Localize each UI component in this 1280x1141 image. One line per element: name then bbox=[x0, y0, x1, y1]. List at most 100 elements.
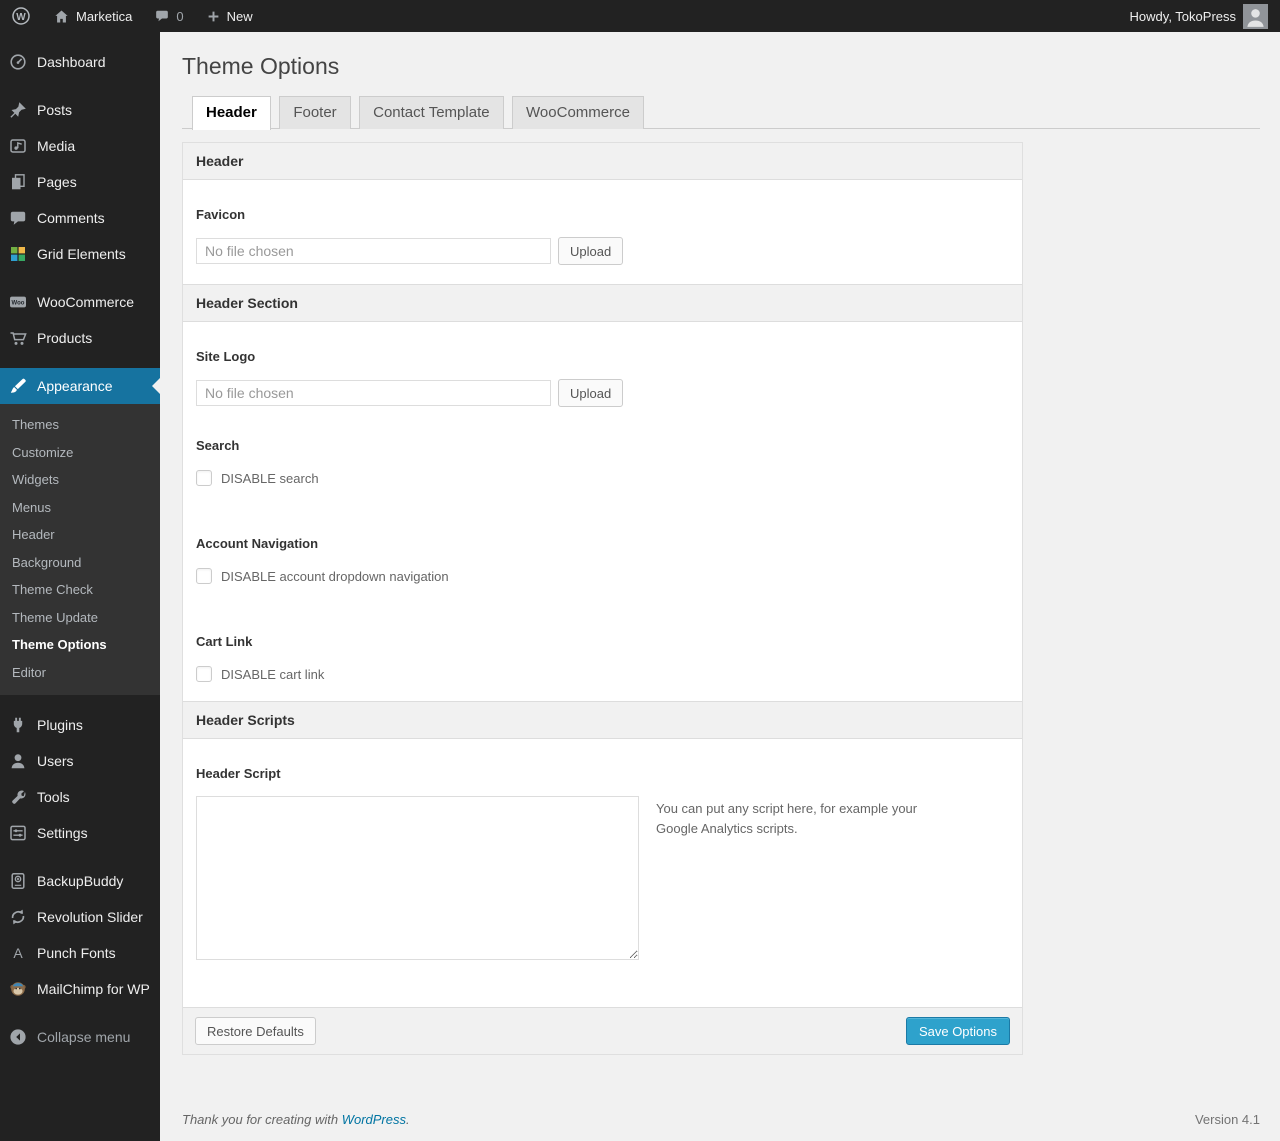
sidebar-item-tools[interactable]: Tools bbox=[0, 779, 160, 815]
section-header-section: Header Section bbox=[183, 284, 1022, 322]
pages-icon bbox=[8, 172, 28, 192]
sidebar-item-appearance[interactable]: Appearance bbox=[0, 368, 160, 404]
sidebar-item-users[interactable]: Users bbox=[0, 743, 160, 779]
sidebar-item-settings[interactable]: Settings bbox=[0, 815, 160, 851]
submenu-item-theme-update[interactable]: Theme Update bbox=[0, 604, 160, 632]
theme-options-panel: Header Favicon Upload Header Section Sit… bbox=[182, 142, 1023, 1055]
disable-search-row: DISABLE search bbox=[196, 470, 1009, 486]
avatar bbox=[1243, 3, 1268, 29]
header-script-label: Header Script bbox=[196, 766, 281, 781]
site-logo-file-row: Upload bbox=[196, 379, 1009, 407]
sidebar-item-woocommerce[interactable]: Woo WooCommerce bbox=[0, 284, 160, 320]
tab-woocommerce[interactable]: WooCommerce bbox=[512, 96, 644, 129]
disable-account-nav-checkbox[interactable] bbox=[196, 568, 212, 584]
plugin-icon bbox=[8, 715, 28, 735]
save-options-button[interactable]: Save Options bbox=[905, 1017, 1010, 1045]
submenu-item-editor[interactable]: Editor bbox=[0, 659, 160, 687]
account-menu[interactable]: Howdy, TokoPress bbox=[1129, 3, 1280, 29]
submenu-item-header[interactable]: Header bbox=[0, 521, 160, 549]
tab-footer[interactable]: Footer bbox=[279, 96, 351, 129]
favicon-upload-button[interactable]: Upload bbox=[558, 237, 624, 265]
media-icon bbox=[8, 136, 28, 156]
sidebar-item-label: WooCommerce bbox=[37, 294, 134, 310]
comments-menu[interactable]: 0 bbox=[143, 0, 194, 32]
site-name-menu[interactable]: Marketica bbox=[42, 0, 143, 32]
site-name: Marketica bbox=[76, 8, 133, 24]
sidebar-item-backupbuddy[interactable]: BackupBuddy bbox=[0, 863, 160, 899]
comments-icon bbox=[8, 208, 28, 228]
thanks-text: Thank you for creating with WordPress. bbox=[182, 1112, 410, 1127]
panel-footer: Restore Defaults Save Options bbox=[183, 1007, 1022, 1054]
tab-contact-template[interactable]: Contact Template bbox=[359, 96, 504, 129]
wordpress-logo-icon: W bbox=[11, 6, 31, 26]
sidebar-item-punch-fonts[interactable]: A Punch Fonts bbox=[0, 935, 160, 971]
restore-defaults-button[interactable]: Restore Defaults bbox=[195, 1017, 316, 1045]
submenu-item-theme-options[interactable]: Theme Options bbox=[0, 631, 160, 659]
sidebar-item-plugins[interactable]: Plugins bbox=[0, 707, 160, 743]
submenu-item-background[interactable]: Background bbox=[0, 549, 160, 577]
sidebar-item-label: Media bbox=[37, 138, 76, 154]
woocommerce-icon: Woo bbox=[8, 292, 28, 312]
wrench-icon bbox=[8, 787, 28, 807]
thanks-prefix: Thank you for creating with bbox=[182, 1112, 339, 1127]
submenu-item-widgets[interactable]: Widgets bbox=[0, 466, 160, 494]
svg-text:Woo: Woo bbox=[12, 301, 25, 307]
sidebar-item-label: Appearance bbox=[37, 378, 113, 394]
tab-header[interactable]: Header bbox=[192, 96, 271, 130]
sidebar-item-revolution-slider[interactable]: Revolution Slider bbox=[0, 899, 160, 935]
sidebar-item-dashboard[interactable]: Dashboard bbox=[0, 44, 160, 80]
backup-drive-icon bbox=[8, 871, 28, 891]
comment-count: 0 bbox=[176, 8, 184, 24]
howdy-text: Howdy, TokoPress bbox=[1129, 8, 1236, 24]
version-text: Version 4.1 bbox=[1194, 1112, 1260, 1127]
admin-bar: W Marketica 0 New Howdy, TokoPress bbox=[0, 0, 1280, 32]
menu-separator bbox=[0, 851, 160, 863]
new-content-menu[interactable]: New bbox=[195, 0, 264, 32]
admin-sidebar: Dashboard Posts Media Pages Comments Gri… bbox=[0, 32, 160, 1141]
appearance-brush-icon bbox=[8, 376, 28, 396]
submenu-item-customize[interactable]: Customize bbox=[0, 439, 160, 467]
collapse-menu-button[interactable]: Collapse menu bbox=[0, 1019, 160, 1055]
comment-bubble-icon bbox=[154, 8, 170, 24]
favicon-label: Favicon bbox=[196, 207, 246, 222]
disable-account-nav-row: DISABLE account dropdown navigation bbox=[196, 568, 1009, 584]
submenu-item-themes[interactable]: Themes bbox=[0, 411, 160, 439]
wordpress-logo-menu[interactable]: W bbox=[0, 0, 42, 32]
sidebar-item-label: Dashboard bbox=[37, 54, 106, 70]
sidebar-item-pages[interactable]: Pages bbox=[0, 164, 160, 200]
refresh-arrows-icon bbox=[8, 907, 28, 927]
sidebar-item-label: Collapse menu bbox=[37, 1029, 131, 1045]
account-navigation-label: Account Navigation bbox=[196, 536, 319, 551]
sidebar-item-media[interactable]: Media bbox=[0, 128, 160, 164]
submenu-item-theme-check[interactable]: Theme Check bbox=[0, 576, 160, 604]
home-icon bbox=[53, 8, 70, 25]
favicon-file-input[interactable] bbox=[196, 238, 551, 264]
sidebar-item-mailchimp[interactable]: MailChimp for WP bbox=[0, 971, 160, 1007]
disable-search-checkbox[interactable] bbox=[196, 470, 212, 486]
sidebar-item-posts[interactable]: Posts bbox=[0, 92, 160, 128]
wordpress-link[interactable]: WordPress bbox=[342, 1112, 406, 1127]
sidebar-item-comments[interactable]: Comments bbox=[0, 200, 160, 236]
disable-cart-link-checkbox[interactable] bbox=[196, 666, 212, 682]
plus-icon bbox=[206, 9, 221, 24]
tab-bar: Header Footer Contact Template WooCommer… bbox=[182, 96, 1260, 130]
appearance-submenu: Themes Customize Widgets Menus Header Ba… bbox=[0, 404, 160, 695]
site-logo-upload-button[interactable]: Upload bbox=[558, 379, 624, 407]
menu-separator bbox=[0, 356, 160, 368]
header-script-textarea[interactable] bbox=[196, 796, 639, 960]
submenu-item-menus[interactable]: Menus bbox=[0, 494, 160, 522]
sidebar-item-label: Punch Fonts bbox=[37, 945, 116, 961]
sidebar-item-label: Plugins bbox=[37, 717, 83, 733]
section-header-scripts: Header Scripts bbox=[183, 701, 1022, 739]
search-label: Search bbox=[196, 438, 240, 453]
site-logo-file-input[interactable] bbox=[196, 380, 551, 406]
disable-account-nav-text: DISABLE account dropdown navigation bbox=[221, 568, 449, 584]
section-header: Header bbox=[183, 143, 1022, 180]
menu-separator bbox=[0, 272, 160, 284]
disable-search-text: DISABLE search bbox=[221, 470, 319, 486]
sidebar-item-grid-elements[interactable]: Grid Elements bbox=[0, 236, 160, 272]
sidebar-item-products[interactable]: Products bbox=[0, 320, 160, 356]
